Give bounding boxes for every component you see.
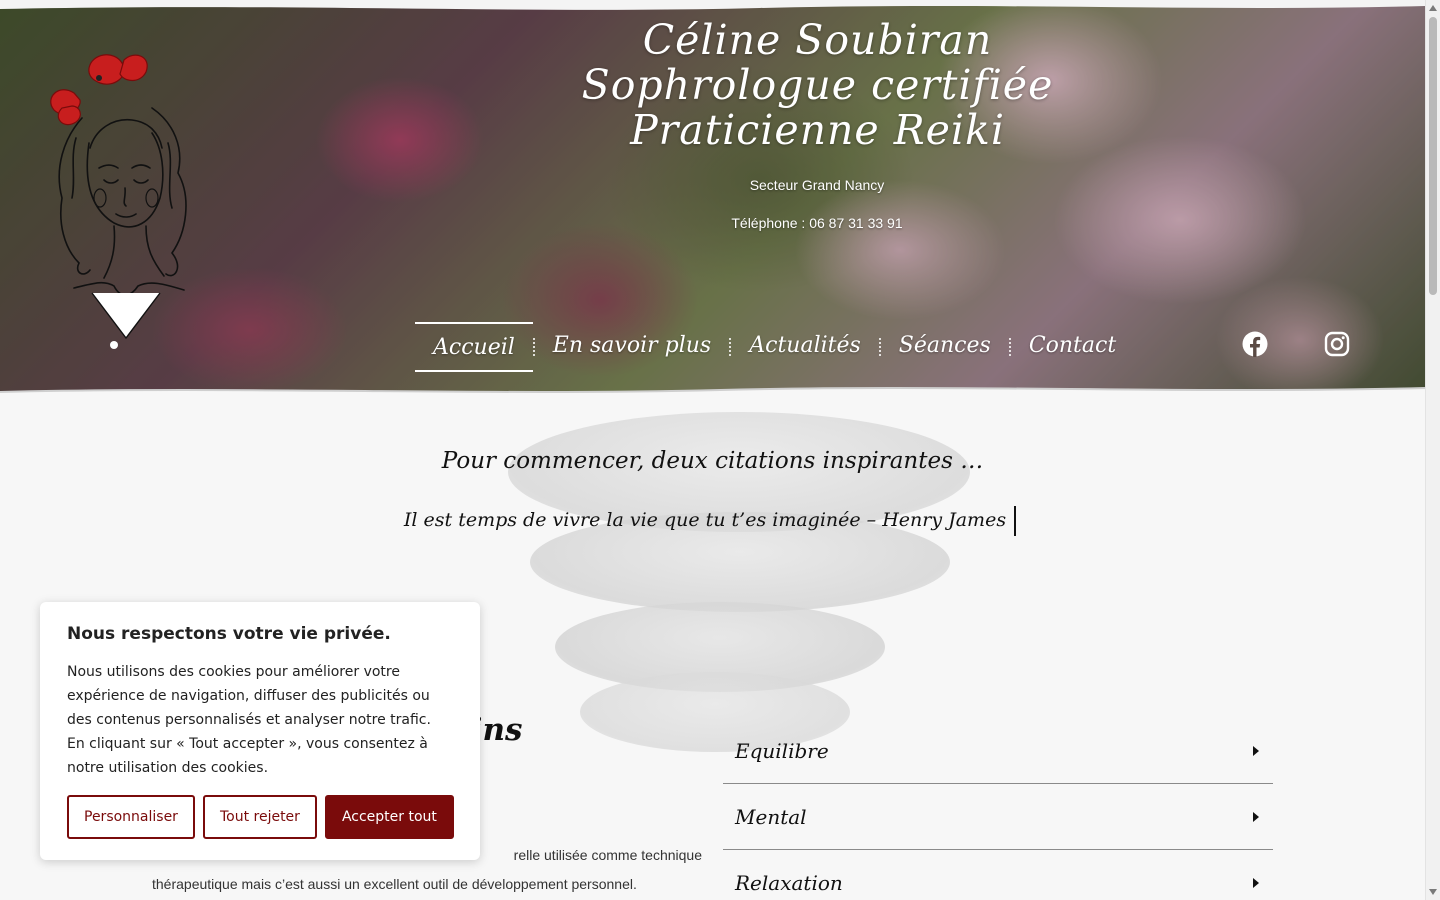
nav-item-contact[interactable]: Contact xyxy=(1011,322,1134,372)
accordion-label: Relaxation xyxy=(735,870,843,895)
cookie-consent-banner: Nous respectons votre vie privée. Nous u… xyxy=(40,602,480,860)
accordion-item-relaxation[interactable]: Relaxation xyxy=(723,850,1273,900)
accordion-label: Equilibre xyxy=(735,738,829,763)
reject-all-button[interactable]: Tout rejeter xyxy=(202,795,317,839)
accordion-item-mental[interactable]: Mental xyxy=(723,784,1273,850)
instagram-icon[interactable] xyxy=(1324,331,1350,357)
quotes-heading: Pour commencer, deux citations inspirant… xyxy=(441,448,984,474)
header-bottom-wave xyxy=(0,387,1425,402)
caret-right-icon xyxy=(1253,877,1259,888)
header-top-wave xyxy=(0,0,1425,10)
facebook-icon[interactable] xyxy=(1242,331,1268,357)
scroll-down-icon[interactable] xyxy=(1429,889,1437,895)
caret-right-icon xyxy=(1253,811,1259,822)
cookie-description: Nous utilisons des cookies pour améliore… xyxy=(67,664,431,776)
title-profession: Sophrologue certifiée xyxy=(581,61,1054,109)
accept-all-button[interactable]: Accepter tout xyxy=(324,795,454,839)
site-title: Céline Soubiran Sophrologue certifiée Pr… xyxy=(540,18,1095,153)
nav-item-actualites[interactable]: Actualités xyxy=(731,322,879,372)
quote-typewriter: Il est temps de vivre la vie que tu t’es… xyxy=(380,506,1040,536)
typing-caret xyxy=(1014,506,1017,536)
title-practice: Praticienne Reiki xyxy=(630,106,1005,154)
accordion-item-equilibre[interactable]: Equilibre xyxy=(723,718,1273,784)
nav-item-en-savoir-plus[interactable]: En savoir plus xyxy=(535,322,729,372)
cookie-title: Nous respectons votre vie privée. xyxy=(67,624,391,644)
accordion-label: Mental xyxy=(735,804,807,829)
nav-item-accueil[interactable]: Accueil xyxy=(415,322,533,372)
section-body-line: thérapeutique mais c’est aussi un excell… xyxy=(152,876,637,892)
caret-right-icon xyxy=(1253,745,1259,756)
main-navigation: Accueil En savoir plus Actualités Séance… xyxy=(415,322,1134,372)
service-area: Secteur Grand Nancy xyxy=(749,177,885,193)
customize-cookies-button[interactable]: Personnaliser xyxy=(67,795,195,839)
phone-number[interactable]: Téléphone : 06 87 31 33 91 xyxy=(617,215,1017,231)
care-accordion: Equilibre Mental Relaxation xyxy=(723,718,1273,900)
quote-text: Il est temps de vivre la vie que tu t’es… xyxy=(403,509,1007,531)
title-name: Céline Soubiran xyxy=(642,16,993,64)
logo-illustration[interactable] xyxy=(34,48,204,353)
cookie-actions: Personnaliser Tout rejeter Accepter tout xyxy=(67,795,454,839)
nav-item-seances[interactable]: Séances xyxy=(881,322,1009,372)
scrollbar-thumb[interactable] xyxy=(1429,17,1437,295)
scroll-up-icon[interactable] xyxy=(1429,5,1437,11)
page-scrollbar[interactable] xyxy=(1425,0,1440,900)
site-header: Céline Soubiran Sophrologue certifiée Pr… xyxy=(0,0,1425,402)
